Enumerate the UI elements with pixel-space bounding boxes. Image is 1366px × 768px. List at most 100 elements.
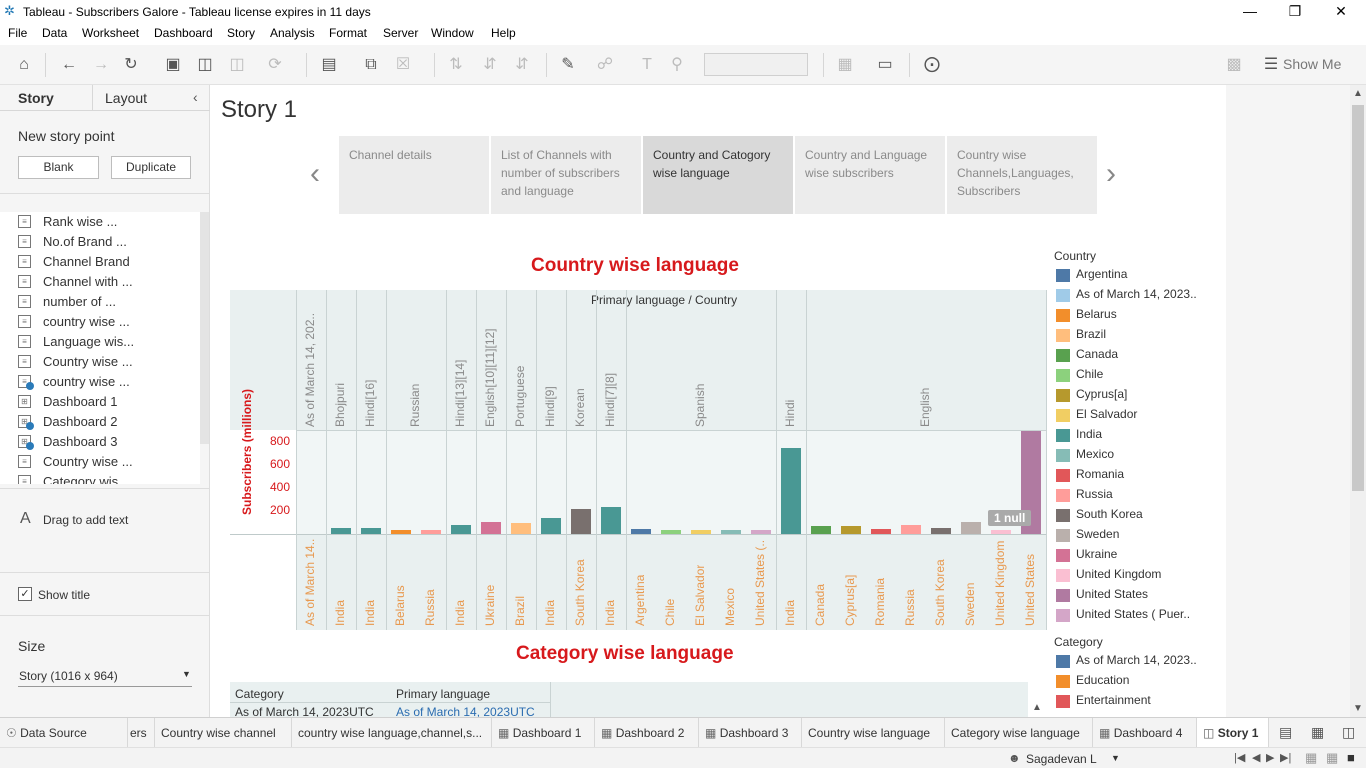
show-tabs-icon[interactable]: ■	[1347, 750, 1355, 765]
story-point-5[interactable]: Country wise Channels,Languages, Subscri…	[947, 136, 1097, 214]
bar[interactable]	[451, 524, 471, 534]
tab-worksheet[interactable]: country wise language,channel,s...	[292, 718, 492, 748]
home-icon[interactable]: ⌂	[13, 54, 35, 76]
scroll-thumb[interactable]	[1352, 105, 1364, 491]
menu-file[interactable]: File	[8, 26, 27, 40]
show-sheet-sorter-icon[interactable]: ▦	[1326, 750, 1338, 766]
story-prev-icon[interactable]: ‹	[310, 157, 320, 191]
bar[interactable]	[991, 529, 1011, 534]
show-filmstrip-icon[interactable]: ▦	[1305, 750, 1317, 766]
tab-worksheet[interactable]: ers	[128, 718, 155, 748]
legend-item[interactable]: Education	[1056, 672, 1216, 690]
legend-item[interactable]: Argentina	[1056, 266, 1216, 284]
legend-item[interactable]: Brazil	[1056, 326, 1216, 344]
tab-dashboard-3[interactable]: ▦ Dashboard 3	[699, 718, 802, 748]
bar[interactable]	[571, 509, 591, 534]
bar[interactable]	[331, 528, 351, 534]
legend-item[interactable]: Belarus	[1056, 306, 1216, 324]
share-icon[interactable]: ⨀	[921, 54, 943, 76]
legend-item[interactable]: As of March 14, 2023..	[1056, 286, 1216, 304]
legend-item[interactable]: India	[1056, 426, 1216, 444]
menu-analysis[interactable]: Analysis	[270, 26, 315, 40]
redo-icon[interactable]: →	[90, 54, 112, 76]
bar[interactable]	[631, 529, 651, 534]
menu-help[interactable]: Help	[491, 26, 516, 40]
menu-window[interactable]: Window	[431, 26, 474, 40]
collapse-pane-icon[interactable]: ‹	[193, 89, 198, 105]
undo-icon[interactable]: ←	[58, 54, 80, 76]
bar[interactable]	[781, 447, 801, 534]
user-name[interactable]: Sagadevan L	[1026, 752, 1097, 766]
prev-sheet-icon[interactable]: ◀	[1252, 751, 1260, 764]
swap-icon[interactable]: ⇅	[445, 54, 467, 76]
blank-button[interactable]: Blank	[18, 156, 99, 179]
legend-item[interactable]: As of March 14, 2023..	[1056, 652, 1216, 670]
close-icon[interactable]: ✕	[1330, 2, 1352, 20]
save-icon[interactable]: ▣	[162, 54, 184, 76]
show-title-checkbox[interactable]: ✓	[18, 587, 32, 601]
legend-item[interactable]: United Kingdom	[1056, 566, 1216, 584]
null-indicator[interactable]: 1 null	[988, 510, 1032, 526]
menu-story[interactable]: Story	[227, 26, 255, 40]
legend-item[interactable]: United States ( Puer..	[1056, 606, 1216, 624]
replace-data-source-icon[interactable]: ↻	[120, 54, 142, 76]
size-dropdown[interactable]: Story (1016 x 964) ▼	[18, 665, 192, 687]
new-data-source-icon[interactable]: ◫	[194, 54, 216, 76]
tab-story-1[interactable]: ◫ Story 1	[1197, 718, 1269, 748]
first-sheet-icon[interactable]: |◀	[1234, 751, 1245, 764]
minimize-icon[interactable]: —	[1239, 2, 1261, 20]
story-next-icon[interactable]: ›	[1106, 157, 1116, 191]
new-worksheet-icon[interactable]: ▤	[318, 54, 340, 76]
bar[interactable]	[421, 529, 441, 534]
presentation-mode-icon[interactable]: ▭	[874, 54, 896, 76]
next-sheet-icon[interactable]: ▶	[1266, 751, 1274, 764]
bar[interactable]	[361, 527, 381, 534]
legend-item[interactable]: Canada	[1056, 346, 1216, 364]
bar[interactable]	[661, 529, 681, 534]
bar[interactable]	[751, 529, 771, 534]
duplicate-button[interactable]: Duplicate	[111, 156, 191, 179]
bar[interactable]	[541, 518, 561, 534]
tab-worksheet[interactable]: Country wise language	[802, 718, 945, 748]
legend-item[interactable]: Sweden	[1056, 526, 1216, 544]
menu-server[interactable]: Server	[383, 26, 418, 40]
menu-data[interactable]: Data	[42, 26, 67, 40]
bar[interactable]	[841, 525, 861, 534]
group-members-icon[interactable]: ☍	[594, 54, 616, 76]
tab-dashboard-4[interactable]: ▦ Dashboard 4	[1093, 718, 1197, 748]
new-story-icon[interactable]: ◫	[1342, 724, 1355, 741]
scroll-down-icon[interactable]: ▼	[1353, 703, 1363, 714]
tab-dashboard-1[interactable]: ▦ Dashboard 1	[492, 718, 595, 748]
new-dashboard-icon[interactable]: ▦	[1311, 724, 1324, 741]
sort-ascending-icon[interactable]: ⇵	[479, 54, 501, 76]
legend-item[interactable]: Ukraine	[1056, 546, 1216, 564]
legend-item[interactable]: Chile	[1056, 366, 1216, 384]
last-sheet-icon[interactable]: ▶|	[1280, 751, 1291, 764]
scroll-up-icon[interactable]: ▲	[1353, 88, 1363, 99]
story-point-3[interactable]: Country and Catogory wise language	[643, 136, 793, 214]
legend-item[interactable]: El Salvador	[1056, 406, 1216, 424]
bar[interactable]	[871, 528, 891, 534]
menu-worksheet[interactable]: Worksheet	[82, 26, 139, 40]
legend-item[interactable]: United States	[1056, 586, 1216, 604]
show-mark-labels-icon[interactable]: T	[636, 54, 658, 76]
story-point-1[interactable]: Channel details	[339, 136, 489, 214]
story-point-2[interactable]: List of Channels with number of subscrib…	[491, 136, 641, 214]
scroll-up-icon[interactable]: ▲	[1032, 702, 1042, 713]
tab-worksheet[interactable]: Country wise channel	[155, 718, 292, 748]
chevron-down-icon[interactable]: ▼	[1111, 753, 1120, 763]
tab-dashboard-2[interactable]: ▦ Dashboard 2	[595, 718, 699, 748]
bar[interactable]	[931, 527, 951, 534]
pin-icon[interactable]: ⚲	[666, 54, 688, 76]
menu-format[interactable]: Format	[329, 26, 367, 40]
highlight-icon[interactable]: ✎	[557, 54, 579, 76]
legend-item[interactable]: Cyprus[a]	[1056, 386, 1216, 404]
tab-layout[interactable]: Layout	[105, 90, 147, 106]
bar[interactable]	[391, 529, 411, 534]
new-worksheet-icon[interactable]: ▤	[1279, 724, 1292, 741]
sort-descending-icon[interactable]: ⇵	[511, 54, 533, 76]
bar[interactable]	[811, 526, 831, 534]
format-painter-icon[interactable]: ▩	[1223, 54, 1245, 76]
refresh-icon[interactable]: ⟳	[264, 54, 286, 76]
legend-item[interactable]: Romania	[1056, 466, 1216, 484]
